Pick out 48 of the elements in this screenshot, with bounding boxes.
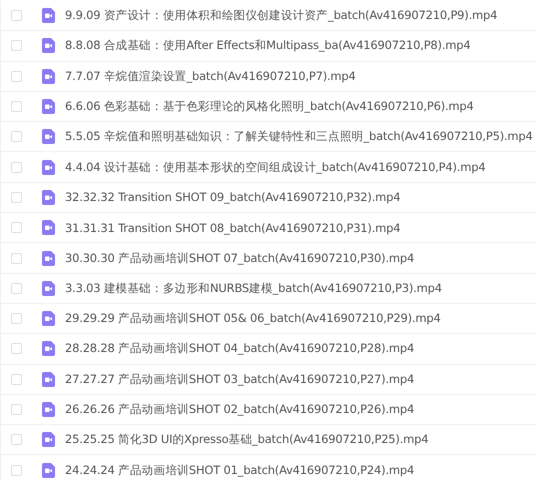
file-name[interactable]: 30.30.30 产品动画培训SHOT 07_batch(Av416907210,P30).mp4 <box>65 250 414 266</box>
file-name[interactable]: 9.9.09 资产设计：使用体积和绘图仪创建设计资产_batch(Av416907210,P9).mp4 <box>65 8 498 24</box>
file-name[interactable]: 29.29.29 产品动画培训SHOT 05& 06_batch(Av416907210,P29).mp4 <box>65 311 441 326</box>
checkbox[interactable] <box>11 40 22 52</box>
video-file-icon <box>42 372 55 387</box>
file-name[interactable]: 25.25.25 简化3D UI的Xpresso基础_batch(Av416907210,P25).mp4 <box>65 432 428 448</box>
checkbox[interactable] <box>11 282 22 294</box>
file-name[interactable]: 26.26.26 产品动画培训SHOT 02_batch(Av416907210,P26).mp4 <box>65 402 414 417</box>
checkbox[interactable] <box>11 374 22 385</box>
checkbox[interactable] <box>11 101 22 112</box>
checkbox[interactable] <box>11 10 22 22</box>
video-file-icon <box>42 68 55 84</box>
checkbox[interactable] <box>11 313 22 324</box>
video-file-icon <box>42 341 55 356</box>
file-name[interactable]: 28.28.28 产品动画培训SHOT 04_batch(Av416907210,P28).mp4 <box>65 341 414 356</box>
checkbox[interactable] <box>11 222 22 234</box>
video-file-icon <box>42 402 55 417</box>
video-file-icon <box>42 311 55 326</box>
file-name[interactable]: 31.31.31 Transition SHOT 08_batch(Av416907210,P31).mp4 <box>65 220 400 235</box>
checkbox[interactable] <box>11 404 22 415</box>
file-name[interactable]: 27.27.27 产品动画培训SHOT 03_batch(Av416907210,P27).mp4 <box>65 372 414 387</box>
video-file-icon <box>42 160 55 175</box>
video-file-icon <box>42 432 55 448</box>
file-name[interactable]: 24.24.24 产品动画培训SHOT 01_batch(Av416907210,P24).mp4 <box>65 462 414 478</box>
checkbox[interactable] <box>11 343 22 354</box>
video-file-icon <box>42 280 55 296</box>
checkbox[interactable] <box>11 434 22 446</box>
video-file-icon <box>42 250 55 266</box>
file-name[interactable]: 5.5.05 辛烷值和照明基础知识：了解关键特性和三点照明_batch(Av416907210,P5).mp4 <box>65 129 533 144</box>
file-name[interactable]: 3.3.03 建模基础：多边形和NURBS建模_batch(Av416907210,P3).mp4 <box>65 280 442 296</box>
file-name[interactable]: 32.32.32 Transition SHOT 09_batch(Av416907210,P32).mp4 <box>65 190 400 204</box>
video-file-icon <box>42 38 55 54</box>
file-name[interactable]: 6.6.06 色彩基础：基于色彩理论的风格化照明_batch(Av416907210,P6).mp4 <box>65 99 474 114</box>
file-name[interactable]: 4.4.04 设计基础：使用基本形状的空间组成设计_batch(Av416907210,P4).mp4 <box>65 160 486 175</box>
checkbox[interactable] <box>11 162 22 173</box>
video-file-icon <box>42 8 55 24</box>
file-name[interactable]: 7.7.07 辛烷值渲染设置_batch(Av416907210,P7).mp4 <box>65 68 356 84</box>
video-file-icon <box>42 462 55 478</box>
checkbox[interactable] <box>11 464 22 476</box>
checkbox[interactable] <box>11 131 22 142</box>
checkbox[interactable] <box>11 192 22 203</box>
checkbox[interactable] <box>11 70 22 82</box>
video-file-icon <box>42 220 55 236</box>
checkbox[interactable] <box>11 252 22 264</box>
video-file-icon <box>42 190 55 205</box>
video-file-icon <box>42 99 55 114</box>
video-file-icon <box>42 129 55 144</box>
file-name[interactable]: 8.8.08 合成基础：使用After Effects和Multipass_ba(Av416907210,P8).mp4 <box>65 38 471 54</box>
